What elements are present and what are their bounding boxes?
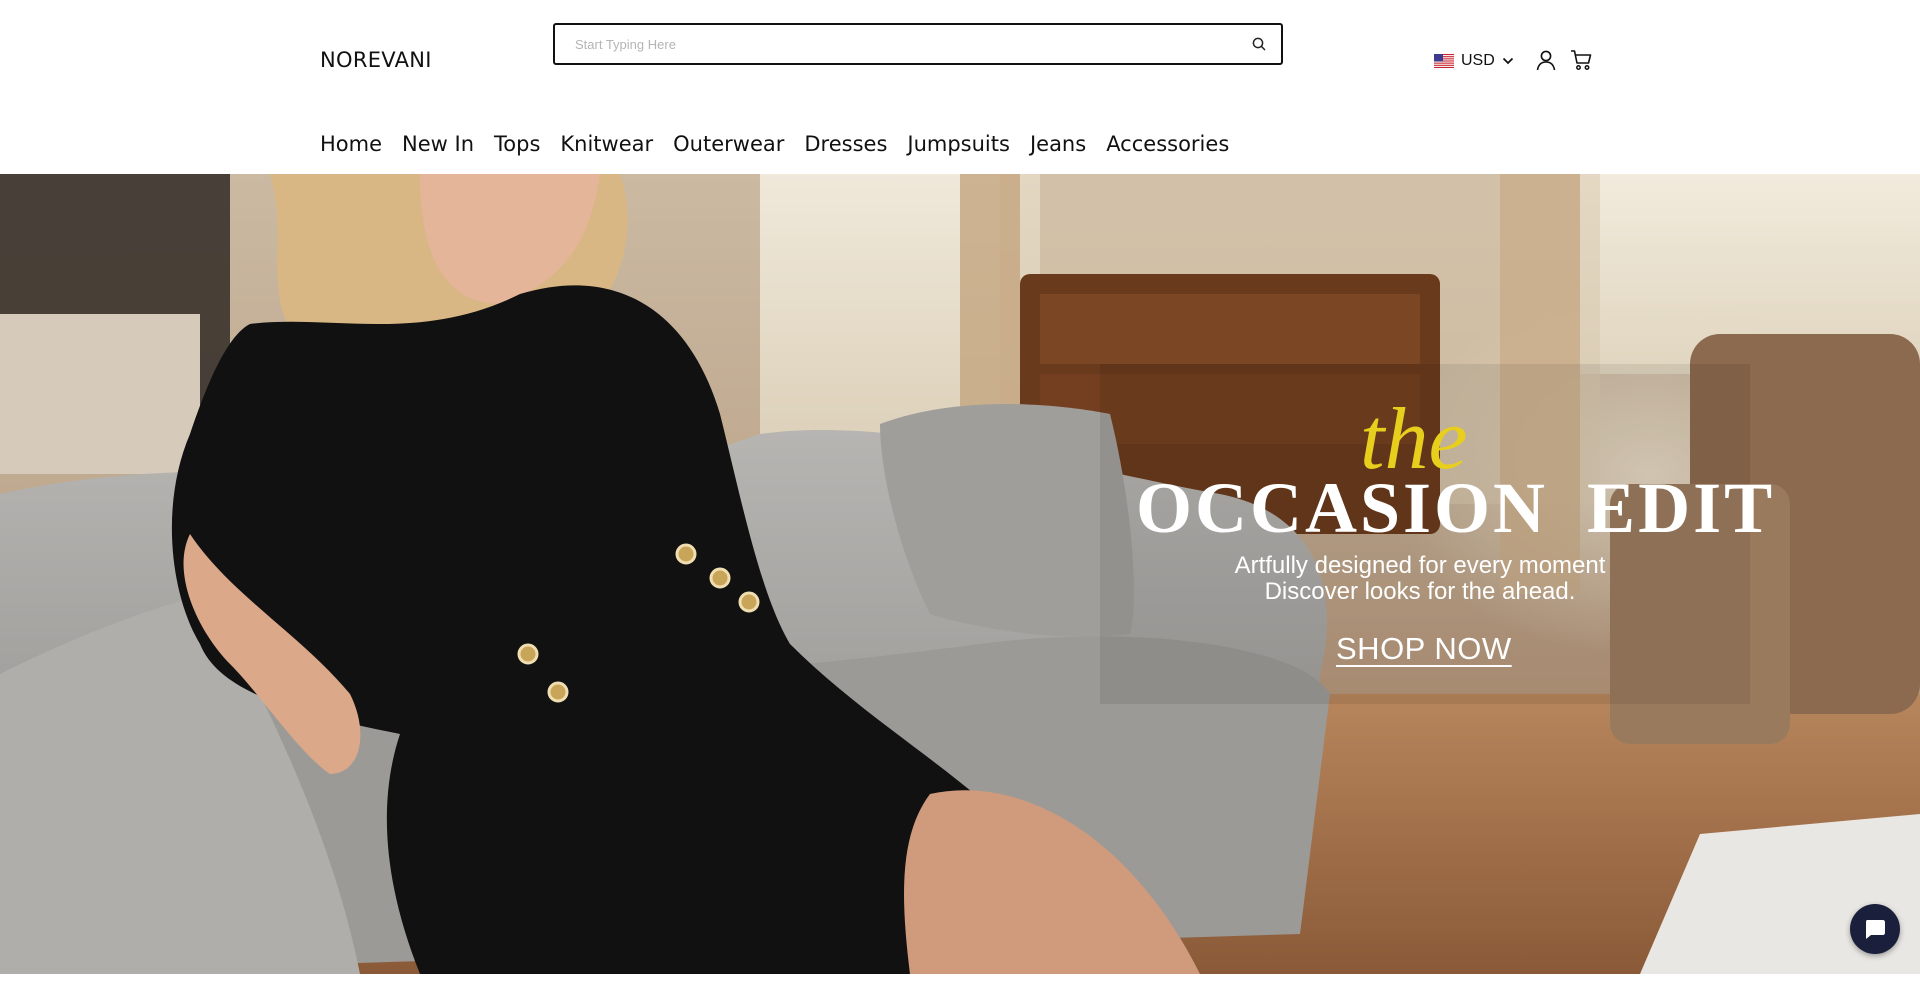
hero-subtitle-line-2: Discover looks for the ahead. bbox=[1264, 578, 1576, 605]
chat-bubble-icon bbox=[1866, 920, 1885, 939]
hero-subtitle-line-1: Artfully designed for every moment bbox=[1234, 552, 1606, 579]
user-icon[interactable] bbox=[1535, 49, 1557, 71]
hero-title: OCCASION EDIT bbox=[1136, 468, 1776, 548]
site-header: NOREVANI USD Home bbox=[0, 0, 1920, 174]
chevron-down-icon bbox=[1502, 57, 1513, 65]
search-bar[interactable] bbox=[553, 23, 1283, 65]
nav-item-dresses[interactable]: Dresses bbox=[804, 132, 887, 156]
hero-banner[interactable]: the OCCASION EDIT Artfully designed for … bbox=[0, 174, 1920, 974]
currency-selector[interactable]: USD bbox=[1434, 50, 1514, 72]
cart-icon[interactable] bbox=[1570, 49, 1592, 71]
shop-now-button[interactable]: SHOP NOW bbox=[1336, 631, 1512, 667]
chat-button[interactable] bbox=[1850, 904, 1900, 954]
us-flag-icon bbox=[1434, 54, 1454, 68]
nav-item-jeans[interactable]: Jeans bbox=[1030, 132, 1086, 156]
nav-item-knitwear[interactable]: Knitwear bbox=[560, 132, 653, 156]
currency-label: USD bbox=[1461, 52, 1495, 69]
nav-item-accessories[interactable]: Accessories bbox=[1106, 132, 1229, 156]
nav-item-outerwear[interactable]: Outerwear bbox=[673, 132, 784, 156]
nav-item-jumpsuits[interactable]: Jumpsuits bbox=[907, 132, 1010, 156]
brand-logo[interactable]: NOREVANI bbox=[320, 48, 432, 72]
nav-item-home[interactable]: Home bbox=[320, 132, 382, 156]
main-nav: Home New In Tops Knitwear Outerwear Dres… bbox=[320, 132, 1249, 156]
nav-item-tops[interactable]: Tops bbox=[494, 132, 540, 156]
nav-item-new-in[interactable]: New In bbox=[402, 132, 474, 156]
hero-subtitle: Artfully designed for every moment Disco… bbox=[1160, 553, 1680, 605]
search-icon[interactable] bbox=[1251, 36, 1267, 52]
search-input[interactable] bbox=[575, 33, 1215, 55]
